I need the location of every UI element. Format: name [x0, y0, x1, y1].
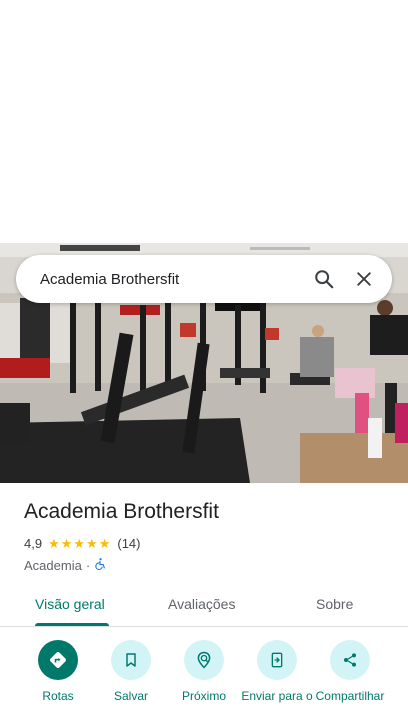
active-tab-indicator [35, 623, 109, 626]
nearby-button[interactable]: Próximo [164, 640, 244, 704]
share-button[interactable]: Compartilhar [310, 640, 390, 704]
separator: · [85, 557, 91, 573]
send-to-phone-label: Enviar para o [241, 689, 313, 703]
map-area [0, 0, 408, 243]
rating-stars: ★ ★ ★ ★ ★ [48, 537, 111, 550]
place-title: Academia Brothersfit [24, 500, 219, 523]
close-icon[interactable] [344, 259, 384, 299]
tab-reviews[interactable]: Avaliações [168, 596, 235, 612]
send-to-phone-button[interactable]: Enviar para o [237, 640, 317, 704]
share-icon [330, 640, 370, 680]
save-button[interactable]: Salvar [91, 640, 171, 704]
nearby-label: Próximo [181, 689, 226, 703]
rating-value: 4,9 [24, 536, 43, 551]
bookmark-icon [111, 640, 151, 680]
directions-icon [38, 640, 78, 680]
rating-row[interactable]: 4,9 ★ ★ ★ ★ ★ (14) [24, 536, 140, 551]
place-tabs: Visão geral Avaliações Sobre [0, 585, 408, 627]
directions-button[interactable]: Rotas [18, 640, 98, 704]
star-icon: ★ [48, 536, 60, 551]
tab-overview[interactable]: Visão geral [35, 596, 105, 612]
review-count[interactable]: (14) [117, 536, 140, 551]
tab-about[interactable]: Sobre [316, 596, 353, 612]
share-label: Compartilhar [315, 689, 385, 703]
search-bar[interactable]: Academia Brothersfit [16, 255, 392, 303]
star-icon: ★ [60, 536, 73, 551]
directions-label: Rotas [42, 689, 74, 703]
star-icon: ★ [73, 536, 86, 551]
wheelchair-icon [94, 557, 107, 573]
star-icon: ★ [98, 536, 111, 551]
search-input[interactable]: Academia Brothersfit [40, 271, 304, 288]
nearby-icon [184, 640, 224, 680]
save-label: Salvar [113, 689, 148, 703]
action-bar: Rotas Salvar Próximo Enviar para o Compa… [0, 640, 408, 726]
category-label: Academia [24, 557, 82, 573]
star-icon: ★ [86, 536, 98, 551]
send-to-phone-icon [257, 640, 297, 680]
search-icon[interactable] [304, 259, 344, 299]
category-row: Academia · [24, 557, 107, 573]
